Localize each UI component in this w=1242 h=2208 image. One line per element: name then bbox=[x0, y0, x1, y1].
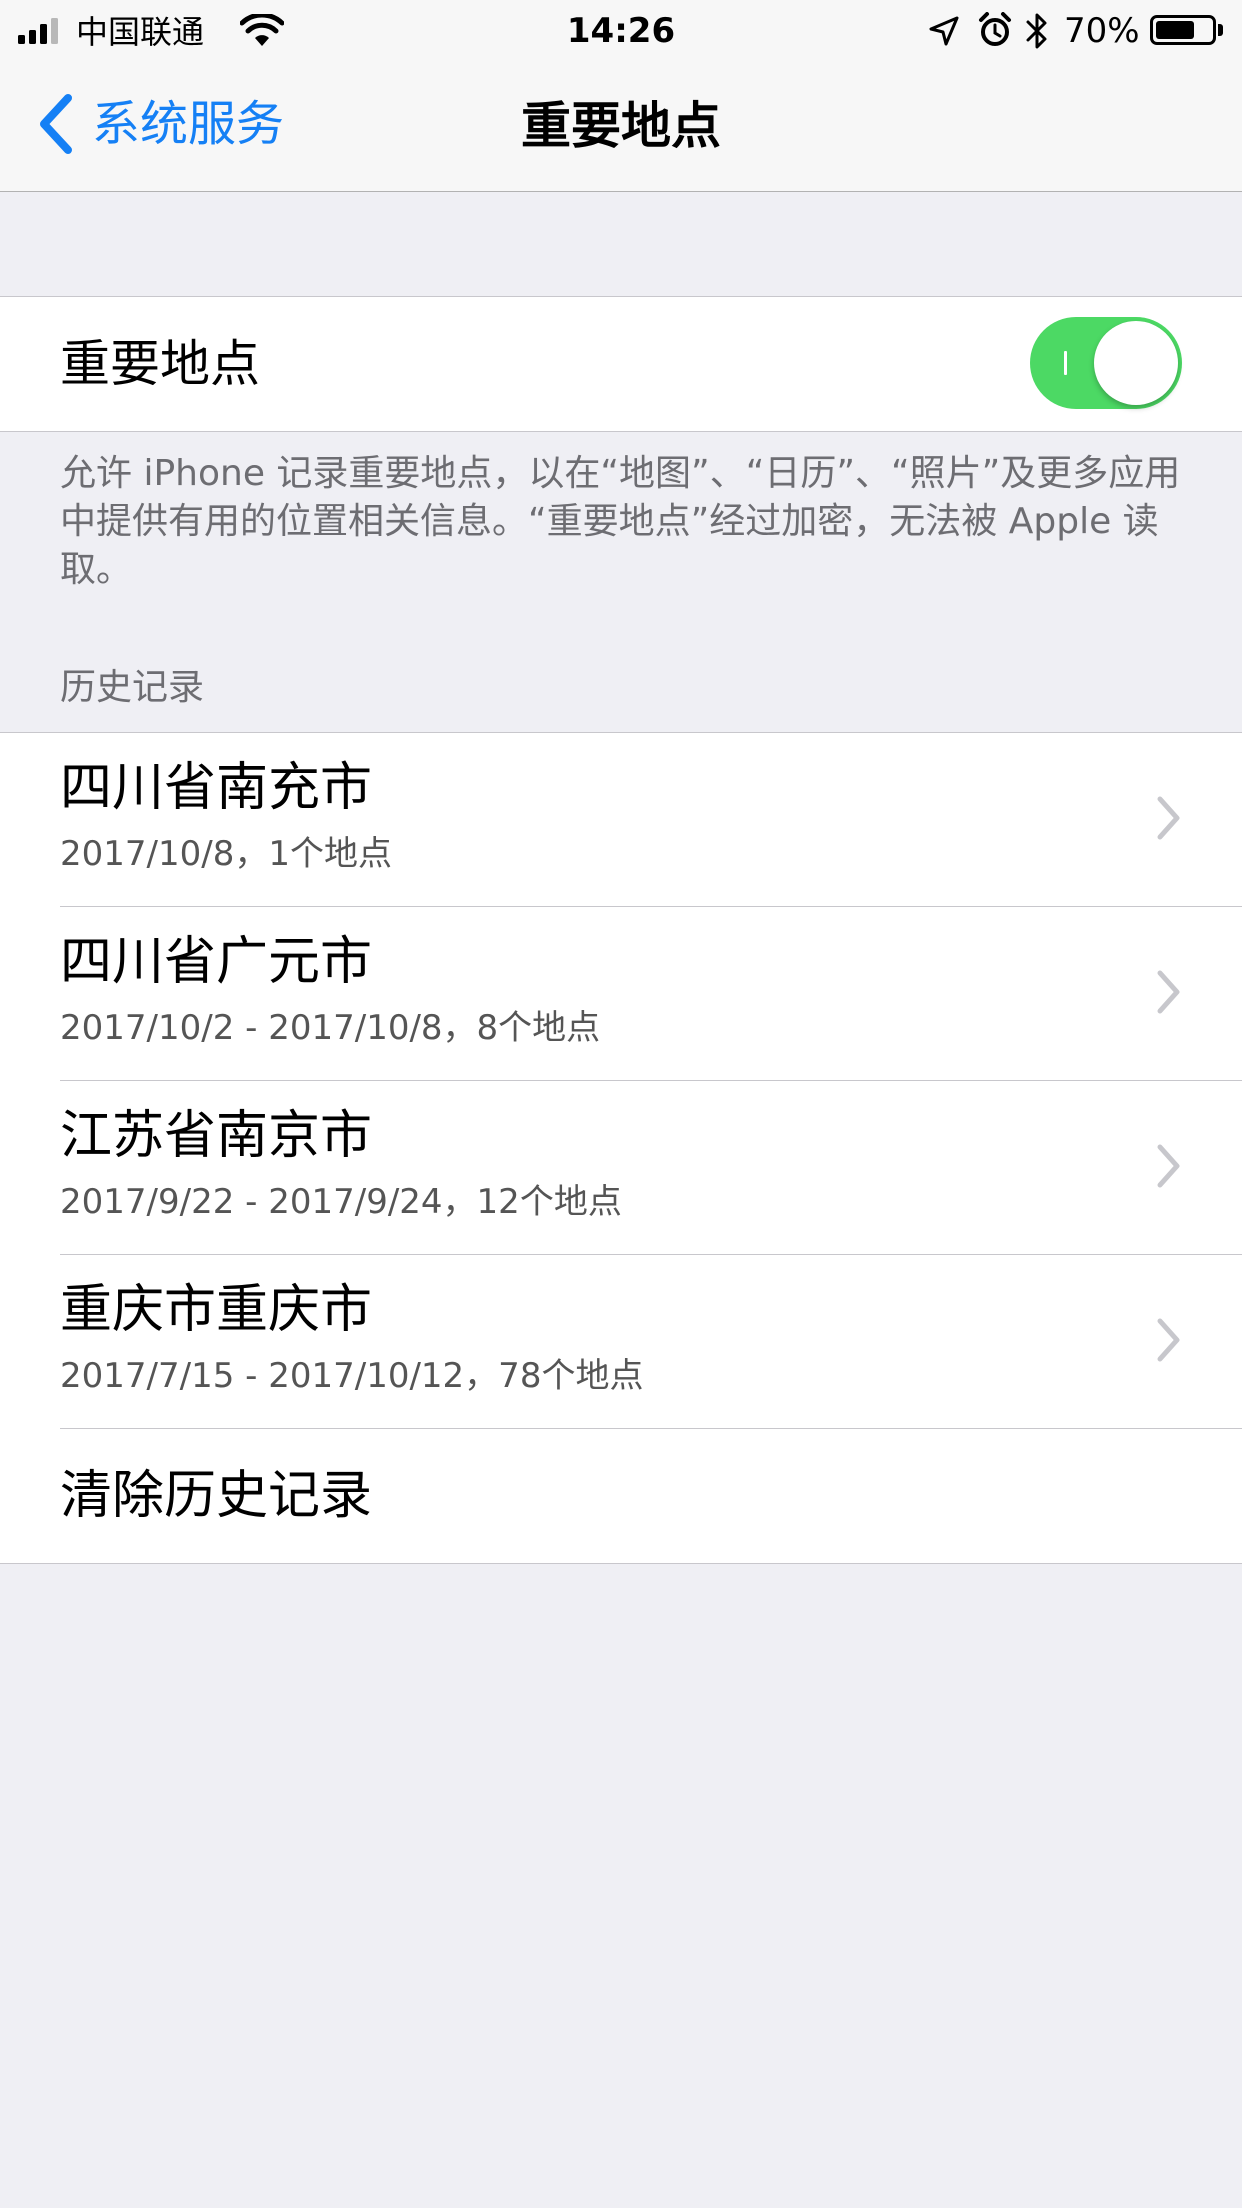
history-row-title: 四川省南充市 bbox=[60, 758, 373, 818]
chevron-right-icon bbox=[1157, 1318, 1180, 1362]
history-row-subtitle: 2017/9/22 - 2017/9/24，12个地点 bbox=[60, 1182, 622, 1222]
location-arrow-icon bbox=[929, 16, 959, 46]
chevron-right-icon bbox=[1157, 970, 1180, 1014]
history-list: 四川省南充市 2017/10/8，1个地点 四川省广元市 2017/10/2 -… bbox=[0, 732, 1242, 1564]
clear-history-button[interactable]: 清除历史记录 bbox=[0, 1429, 1242, 1563]
significant-locations-label: 重要地点 bbox=[60, 335, 260, 393]
history-row-title: 重庆市重庆市 bbox=[60, 1280, 373, 1340]
clear-history-label: 清除历史记录 bbox=[60, 1466, 373, 1526]
significant-locations-switch[interactable] bbox=[1030, 317, 1182, 409]
battery-icon bbox=[1150, 15, 1216, 45]
history-row-3[interactable]: 重庆市重庆市 2017/7/15 - 2017/10/12，78个地点 bbox=[0, 1255, 1242, 1429]
status-time: 14:26 bbox=[566, 11, 676, 51]
significant-locations-description: 允许 iPhone 记录重要地点，以在“地图”、“日历”、“照片”及更多应用中提… bbox=[60, 453, 1181, 590]
battery-cap bbox=[1218, 24, 1223, 36]
alarm-icon bbox=[979, 12, 1011, 46]
switch-knob[interactable] bbox=[1094, 321, 1178, 405]
history-row-title: 四川省广元市 bbox=[60, 932, 373, 992]
history-row-1[interactable]: 四川省广元市 2017/10/2 - 2017/10/8，8个地点 bbox=[0, 907, 1242, 1081]
battery-level-fill bbox=[1156, 21, 1194, 39]
switch-on-indicator bbox=[1064, 351, 1067, 375]
navigation-bar: 系统服务 重要地点 bbox=[0, 62, 1242, 192]
battery-percent: 70% bbox=[1064, 11, 1140, 51]
history-row-title: 江苏省南京市 bbox=[60, 1106, 373, 1166]
bluetooth-icon bbox=[1026, 13, 1047, 49]
chevron-right-icon bbox=[1157, 1144, 1180, 1188]
history-row-0[interactable]: 四川省南充市 2017/10/8，1个地点 bbox=[0, 733, 1242, 907]
history-row-subtitle: 2017/7/15 - 2017/10/12，78个地点 bbox=[60, 1356, 644, 1396]
history-row-subtitle: 2017/10/8，1个地点 bbox=[60, 834, 392, 874]
page-title: 重要地点 bbox=[521, 97, 721, 155]
chevron-right-icon bbox=[1157, 796, 1180, 840]
significant-locations-cell: 重要地点 bbox=[0, 296, 1242, 432]
status-bar: 中国联通 14:26 70% bbox=[0, 0, 1242, 62]
history-row-subtitle: 2017/10/2 - 2017/10/8，8个地点 bbox=[60, 1008, 601, 1048]
history-row-2[interactable]: 江苏省南京市 2017/9/22 - 2017/9/24，12个地点 bbox=[0, 1081, 1242, 1255]
history-section-header: 历史记录 bbox=[60, 667, 205, 708]
